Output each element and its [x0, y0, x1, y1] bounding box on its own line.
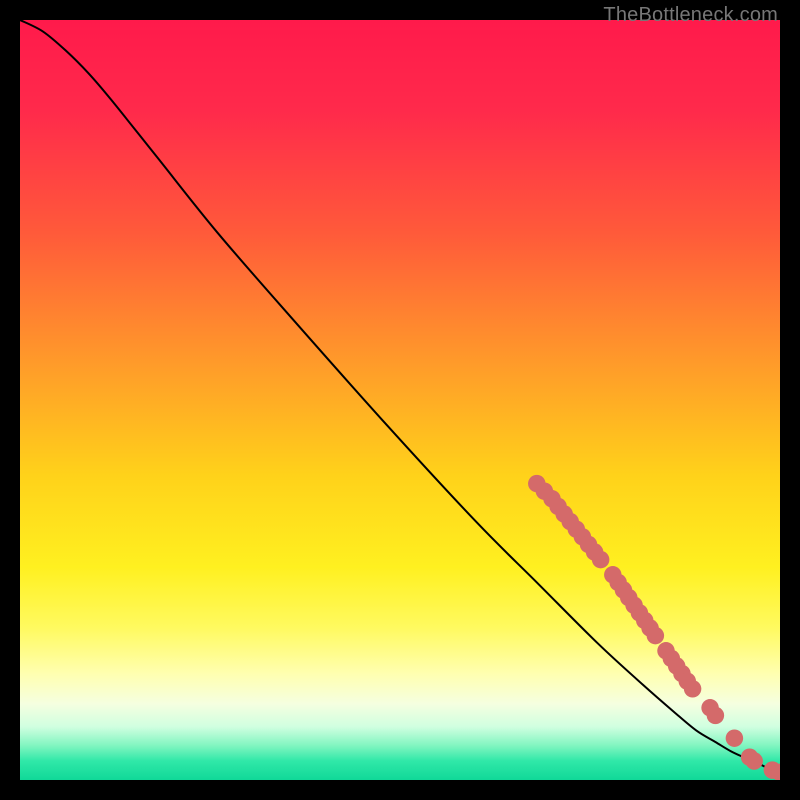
data-marker [684, 680, 701, 697]
chart-svg [20, 20, 780, 780]
chart-stage: TheBottleneck.com [0, 0, 800, 800]
data-marker [707, 707, 724, 724]
data-marker [647, 627, 664, 644]
gradient-background [20, 20, 780, 780]
data-marker [745, 752, 762, 769]
plot-area [20, 20, 780, 780]
watermark-text: TheBottleneck.com [603, 4, 778, 27]
data-marker [726, 729, 743, 746]
data-marker [592, 551, 609, 568]
